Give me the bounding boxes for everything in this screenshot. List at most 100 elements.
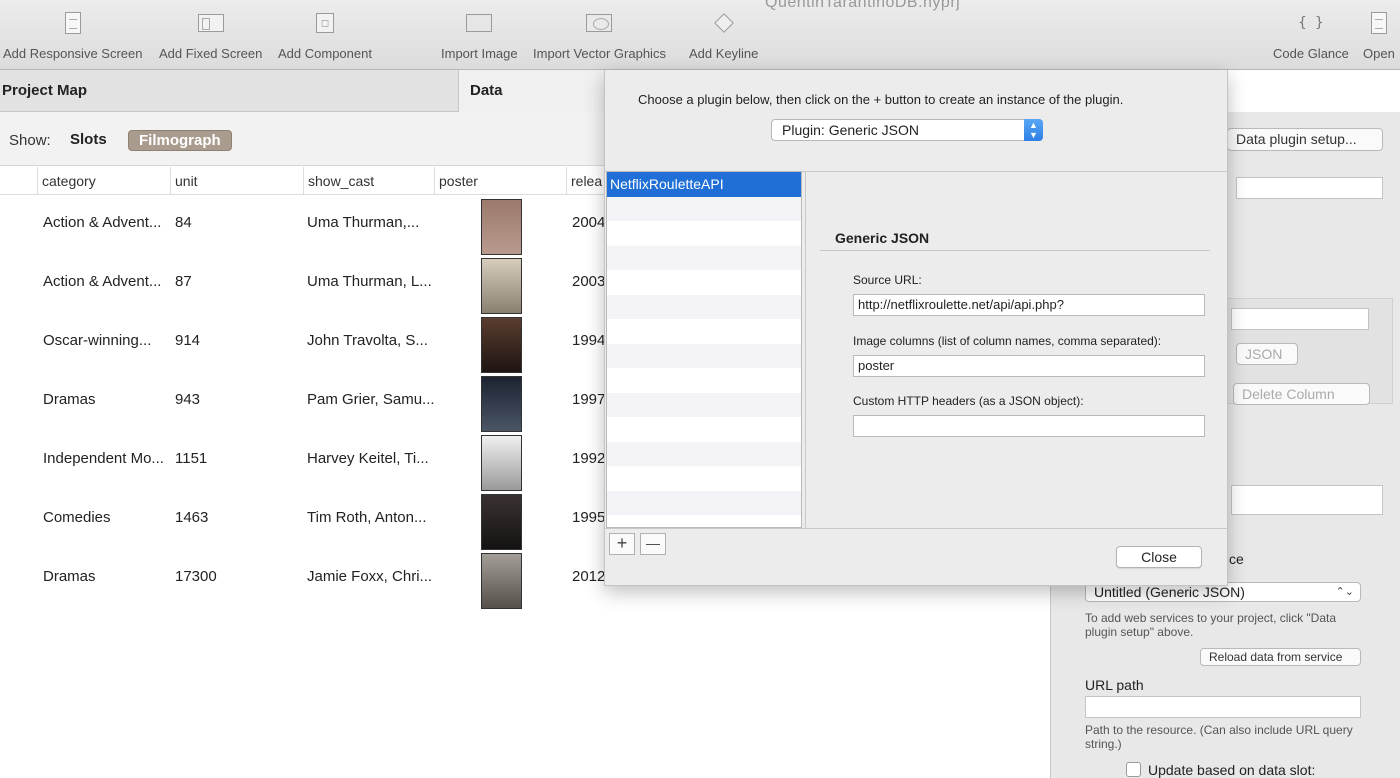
cell-year: 1997	[572, 391, 606, 408]
sheet-instruction: Choose a plugin below, then click on the…	[638, 92, 1124, 107]
column-header-poster[interactable]: poster	[434, 167, 566, 195]
plugin-type-value: Plugin: Generic JSON	[782, 122, 919, 138]
keyline-icon	[711, 8, 737, 38]
main-toolbar: QuentinTarantinoDB.hyprj Add Responsive …	[0, 0, 1400, 70]
cell-unit: 87	[175, 273, 192, 290]
data-plugin-setup-button[interactable]: Data plugin setup...	[1227, 128, 1383, 151]
inspector-field[interactable]	[1236, 177, 1383, 199]
plugin-list-empty-row	[607, 245, 801, 270]
page-icon	[60, 8, 86, 38]
column-header-unit[interactable]: unit	[170, 167, 303, 195]
update-checkbox-label: Update based on data slot:	[1148, 762, 1316, 778]
close-button[interactable]: Close	[1116, 546, 1202, 568]
toolbar-label: Import Image	[441, 46, 518, 61]
fixed-screen-icon	[197, 8, 224, 38]
plugin-sheet: Choose a plugin below, then click on the…	[604, 70, 1229, 586]
window-title: QuentinTarantinoDB.hyprj	[765, 0, 961, 11]
cell-cast: John Travolta, S...	[307, 332, 428, 349]
cell-year: 1995	[572, 509, 606, 526]
plugin-list-empty-row	[607, 343, 801, 368]
cell-category: Action & Advent...	[43, 273, 162, 290]
source-url-input[interactable]: http://netflixroulette.net/api/api.php?	[853, 294, 1205, 316]
column-header-show-cast[interactable]: show_cast	[303, 167, 434, 195]
plugin-list: NetflixRouletteAPI	[606, 171, 802, 528]
cell-cast: Uma Thurman,...	[307, 214, 420, 231]
cell-unit: 84	[175, 214, 192, 231]
poster-thumbnail	[481, 258, 522, 314]
plugin-detail-title: Generic JSON	[835, 230, 930, 246]
data-tab[interactable]: Data	[470, 82, 503, 99]
reload-data-button[interactable]: Reload data from service	[1200, 648, 1361, 666]
add-fixed-screen-button[interactable]: Add Fixed Screen	[159, 8, 262, 64]
open-icon	[1366, 8, 1392, 38]
column-header-category[interactable]: category	[37, 167, 170, 195]
delete-column-button[interactable]: Delete Column	[1233, 383, 1370, 405]
image-columns-label: Image columns (list of column names, com…	[853, 334, 1162, 348]
inspector-field[interactable]	[1231, 308, 1369, 330]
add-keyline-button[interactable]: Add Keyline	[689, 8, 758, 64]
poster-thumbnail	[481, 553, 522, 609]
plugin-list-empty-row	[607, 515, 801, 527]
service-help-text: To add web services to your project, cli…	[1085, 611, 1337, 639]
filmograph-toggle[interactable]: Filmograph	[128, 130, 232, 151]
open-button[interactable]: Open	[1363, 8, 1395, 64]
slots-toggle[interactable]: Slots	[70, 131, 107, 148]
custom-headers-input[interactable]	[853, 415, 1205, 437]
code-glance-icon: { }	[1298, 15, 1324, 31]
cell-cast: Jamie Foxx, Chri...	[307, 568, 433, 585]
cell-unit: 943	[175, 391, 201, 408]
chevron-updown-icon: ▲ ▼	[1024, 119, 1043, 141]
url-path-label: URL path	[1085, 677, 1144, 693]
add-responsive-screen-button[interactable]: Add Responsive Screen	[3, 8, 142, 64]
plugin-list-empty-row	[607, 490, 801, 515]
poster-thumbnail	[481, 317, 522, 373]
plugin-list-item[interactable]: NetflixRouletteAPI	[607, 172, 801, 197]
project-map-tab[interactable]: Project Map	[2, 82, 87, 99]
plugin-list-empty-row	[607, 221, 801, 246]
url-path-help-text: Path to the resource. (Can also include …	[1085, 723, 1353, 751]
poster-thumbnail	[481, 435, 522, 491]
poster-thumbnail	[481, 494, 522, 550]
custom-headers-label: Custom HTTP headers (as a JSON object):	[853, 394, 1084, 408]
cell-year: 2004	[572, 214, 606, 231]
cell-unit: 1463	[175, 509, 209, 526]
remove-plugin-button[interactable]: —	[640, 533, 666, 555]
json-button[interactable]: JSON	[1236, 343, 1298, 365]
plugin-list-empty-row	[607, 270, 801, 295]
cell-year: 2012	[572, 568, 606, 585]
divider	[605, 528, 1229, 529]
code-glance-button[interactable]: { } Code Glance	[1273, 8, 1349, 64]
plugin-type-select[interactable]: Plugin: Generic JSON ▲ ▼	[771, 119, 1043, 141]
plugin-list-empty-row	[607, 417, 801, 442]
poster-thumbnail	[481, 199, 522, 255]
inspector-field[interactable]	[1231, 485, 1383, 515]
source-url-label: Source URL:	[853, 273, 922, 287]
plugin-list-empty-row	[607, 294, 801, 319]
plugin-list-empty-row	[607, 319, 801, 344]
cell-cast: Uma Thurman, L...	[307, 273, 432, 290]
cell-unit: 1151	[175, 450, 208, 467]
add-component-button[interactable]: ◻ Add Component	[278, 8, 372, 64]
import-image-button[interactable]: Import Image	[441, 8, 518, 64]
cell-cast: Tim Roth, Anton...	[307, 509, 427, 526]
vector-icon	[586, 8, 613, 38]
toolbar-label: Code Glance	[1273, 46, 1349, 61]
component-icon: ◻	[312, 8, 338, 38]
toolbar-label: Import Vector Graphics	[533, 46, 666, 61]
cell-category: Independent Mo...	[43, 450, 164, 467]
import-vector-graphics-button[interactable]: Import Vector Graphics	[533, 8, 666, 64]
poster-thumbnail	[481, 376, 522, 432]
update-checkbox[interactable]	[1126, 762, 1141, 777]
divider	[820, 250, 1210, 251]
cell-category: Oscar-winning...	[43, 332, 152, 349]
toolbar-label: Add Component	[278, 46, 372, 61]
plugin-detail-pane: Generic JSON Source URL: http://netflixr…	[805, 172, 1229, 529]
plugin-list-empty-row	[607, 392, 801, 417]
url-path-input[interactable]	[1085, 696, 1361, 718]
service-select-value: Untitled (Generic JSON)	[1094, 584, 1245, 600]
cell-category: Dramas	[43, 391, 96, 408]
add-plugin-button[interactable]: +	[609, 533, 635, 555]
cell-year: 2003	[572, 273, 606, 290]
image-columns-input[interactable]: poster	[853, 355, 1205, 377]
cell-unit: 914	[175, 332, 201, 349]
